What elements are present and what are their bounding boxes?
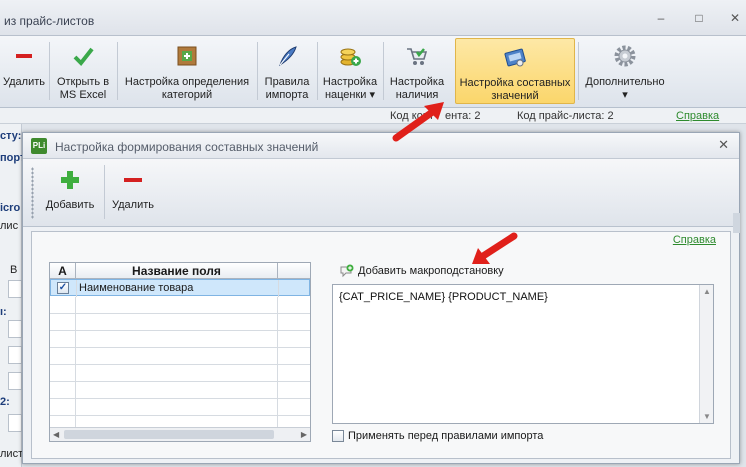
- table-row-empty: [50, 314, 310, 331]
- bg-cell: [8, 346, 22, 364]
- table-row-empty: [50, 365, 310, 382]
- delete-button[interactable]: Удалить: [107, 163, 159, 223]
- bg-label: лис: [0, 220, 19, 232]
- fields-grid: А Название поля ✓ Наименование товара ◀ …: [49, 262, 311, 442]
- minus-icon: [124, 178, 142, 182]
- ribbon-open-excel-button[interactable]: Открыть в MS Excel: [51, 38, 115, 104]
- add-button-label: Добавить: [45, 199, 95, 211]
- macro-textarea[interactable]: {CAT_PRICE_NAME} {PRODUCT_NAME} ▲ ▼: [332, 284, 714, 424]
- ribbon-markup-button[interactable]: Настройка наценки ▾: [318, 38, 382, 104]
- check-icon: [73, 47, 94, 67]
- table-row-empty: [50, 331, 310, 348]
- ribbon-composite-values-label: Настройка составных значений: [459, 77, 571, 102]
- bg-label: 2:: [0, 396, 10, 408]
- table-row-empty: [50, 297, 310, 314]
- ribbon-import-rules-label: Правила импорта: [264, 76, 310, 101]
- help-link[interactable]: Справка: [676, 110, 719, 122]
- ribbon-markup-label: Настройка наценки ▾: [322, 76, 378, 101]
- add-button[interactable]: Добавить: [39, 163, 101, 223]
- dialog-titlebar: PLi Настройка формирования составных зна…: [23, 133, 739, 159]
- bg-cell: [8, 372, 22, 390]
- scroll-up-icon[interactable]: ▲: [703, 287, 711, 296]
- scrollbar-thumb[interactable]: [64, 430, 274, 439]
- dialog-toolbar: Добавить Удалить: [23, 159, 739, 227]
- macro-vertical-scrollbar[interactable]: ▲ ▼: [699, 285, 713, 423]
- composite-values-icon: [504, 48, 526, 67]
- scroll-right-icon[interactable]: ▶: [301, 430, 307, 439]
- table-row-empty: [50, 382, 310, 399]
- ribbon-separator: [49, 42, 50, 100]
- ribbon-more-button[interactable]: Дополнительно ▾: [580, 38, 670, 104]
- grid-rows: ✓ Наименование товара: [50, 279, 310, 427]
- bg-label: сту:: [0, 130, 22, 142]
- scroll-down-icon[interactable]: ▼: [703, 412, 711, 421]
- coins-icon: [340, 48, 361, 66]
- app-logo-icon: PLi: [31, 138, 47, 154]
- table-row-empty: [50, 399, 310, 416]
- bg-label: icro: [0, 202, 21, 214]
- grid-horizontal-scrollbar[interactable]: ◀ ▶: [50, 427, 310, 441]
- scroll-left-icon[interactable]: ◀: [53, 430, 59, 439]
- cart-icon: [407, 48, 428, 65]
- ribbon-separator: [578, 42, 579, 100]
- bg-label: В: [10, 264, 18, 276]
- gear-icon: [614, 45, 636, 67]
- ribbon-availability-button[interactable]: Настройка наличия: [385, 38, 449, 104]
- annotation-arrow-icon: [392, 102, 444, 142]
- table-row[interactable]: ✓ Наименование товара: [50, 279, 310, 297]
- background-window-titlebar: из прайс-листов – □ ✕: [0, 0, 746, 36]
- pricelist-code: Код прайс-листа: 2: [517, 110, 614, 122]
- ribbon-composite-values-button[interactable]: Настройка составных значений: [455, 38, 575, 104]
- background-window-title: из прайс-листов: [4, 14, 95, 28]
- apply-before-rules-label: Применять перед правилами импорта: [348, 430, 544, 442]
- feather-icon: [279, 46, 297, 67]
- grid-header: А Название поля: [50, 263, 310, 279]
- toolbar-separator: [104, 165, 105, 219]
- macro-add-icon: [340, 264, 354, 278]
- minus-icon: [16, 54, 32, 58]
- ribbon-delete-button[interactable]: Удалить: [0, 38, 48, 104]
- ribbon-open-excel-label: Открыть в MS Excel: [56, 76, 110, 101]
- categories-icon: [177, 46, 197, 66]
- table-cell-name[interactable]: Наименование товара: [77, 280, 279, 297]
- restore-button[interactable]: □: [690, 10, 708, 26]
- table-cell-check: ✓: [51, 280, 77, 297]
- ribbon-separator: [383, 42, 384, 100]
- minimize-button[interactable]: –: [652, 10, 670, 26]
- ribbon-delete-label: Удалить: [3, 76, 45, 88]
- dialog-help-link[interactable]: Справка: [673, 234, 716, 246]
- ribbon-status-bar: Код конт ента: 2 Код прайс-листа: 2 Спра…: [0, 108, 746, 124]
- background-left-panel: сту: порт icro лис В ı: 2: листе: [0, 124, 29, 467]
- macro-text-value: {CAT_PRICE_NAME} {PRODUCT_NAME}: [339, 291, 548, 303]
- close-button[interactable]: ✕: [726, 10, 744, 26]
- dialog-close-button[interactable]: ✕: [718, 137, 729, 153]
- ribbon-categories-button[interactable]: Настройка определения категорий: [119, 38, 255, 104]
- grid-header-a[interactable]: А: [50, 263, 76, 279]
- delete-button-label: Удалить: [112, 199, 154, 211]
- bg-cell: [8, 320, 22, 338]
- table-row-empty: [50, 416, 310, 427]
- dialog-scroll-indicator[interactable]: [733, 213, 740, 233]
- plus-icon: [61, 171, 79, 189]
- toolbar-grip[interactable]: [31, 167, 34, 219]
- ribbon-categories-label: Настройка определения категорий: [124, 76, 250, 101]
- ribbon-import-rules-button[interactable]: Правила импорта: [259, 38, 315, 104]
- row-checkbox[interactable]: ✓: [57, 282, 69, 294]
- bg-cell: [8, 280, 22, 298]
- ribbon-separator: [257, 42, 258, 100]
- apply-before-rules-option[interactable]: Применять перед правилами импорта: [332, 429, 543, 443]
- annotation-arrow-icon: [472, 232, 518, 264]
- ribbon-separator: [117, 42, 118, 100]
- bg-cell: [8, 414, 22, 432]
- table-row-empty: [50, 348, 310, 365]
- contractor-code-value: ента: 2: [445, 110, 481, 122]
- ribbon-more-label: Дополнительно ▾: [585, 76, 665, 101]
- bg-label: ı:: [0, 306, 7, 318]
- apply-before-rules-checkbox[interactable]: [332, 430, 344, 442]
- grid-header-name[interactable]: Название поля: [76, 263, 278, 279]
- ribbon-toolbar: Удалить Открыть в MS Excel Настройка опр…: [0, 36, 746, 108]
- dialog-title: Настройка формирования составных значени…: [55, 140, 319, 154]
